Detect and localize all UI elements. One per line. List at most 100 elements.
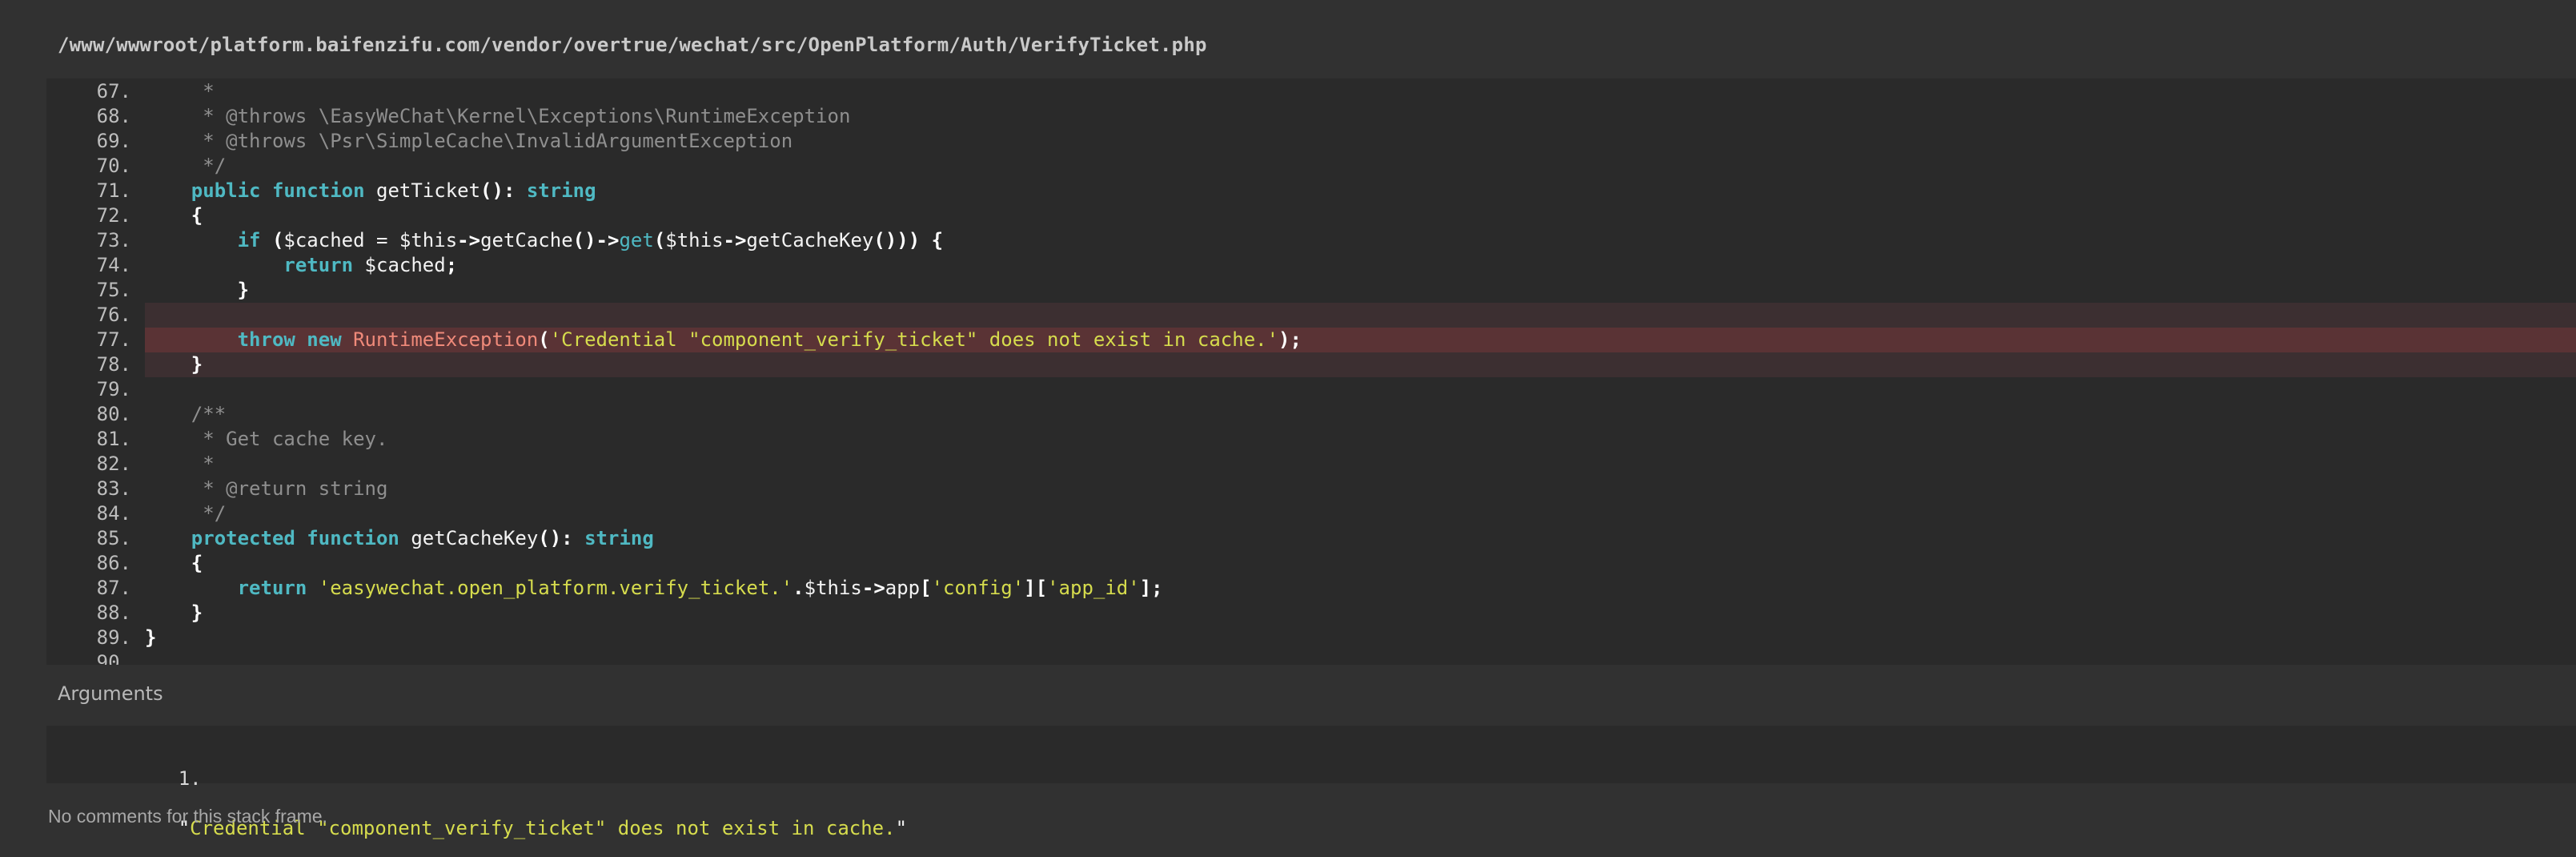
code-token: getCacheKey: [399, 527, 539, 549]
line-number: 74.: [96, 254, 131, 276]
line-code: *: [145, 452, 215, 477]
line-number: 89.: [96, 626, 131, 649]
code-line: 89.}: [46, 626, 2576, 650]
line-code: if ($cached = $this->getCache()->get($th…: [145, 228, 943, 253]
code-token: *: [145, 80, 215, 103]
code-token: return: [283, 254, 354, 276]
code-token: string: [526, 179, 596, 202]
line-number: 85.: [96, 527, 131, 549]
line-code: }: [145, 601, 203, 626]
line-number: 72.: [96, 204, 131, 227]
argument-item: 1. "Credential "component_verify_ticket"…: [109, 742, 907, 857]
line-code: * @return string: [145, 477, 387, 501]
line-number: 86.: [96, 552, 131, 574]
code-line: 78. }: [46, 352, 2576, 377]
argument-close-quote: ": [895, 817, 908, 839]
line-code: * Get cache key.: [145, 427, 387, 452]
code-token: * @throws \Psr\SimpleCache\InvalidArgume…: [145, 130, 793, 152]
line-code: return 'easywechat.open_platform.verify_…: [145, 576, 1163, 601]
code-token: $this: [665, 229, 724, 251]
line-code: {: [145, 203, 203, 228]
line-number: 78.: [96, 353, 131, 376]
code-token: 'config': [931, 577, 1025, 599]
code-line: 68. * @throws \EasyWeChat\Kernel\Excepti…: [46, 104, 2576, 129]
line-code: */: [145, 501, 226, 526]
line-code: public function getTicket(): string: [145, 179, 596, 203]
code-token: ():: [538, 527, 573, 549]
line-code: *: [145, 79, 215, 104]
line-number: 88.: [96, 602, 131, 624]
line-number: 84.: [96, 502, 131, 525]
line-number: 71.: [96, 179, 131, 202]
line-number: 87.: [96, 577, 131, 599]
code-token: );: [1278, 328, 1302, 351]
line-code: */: [145, 154, 226, 179]
code-snippet-panel: 67. * 68. * @throws \EasyWeChat\Kernel\Ex…: [46, 78, 2576, 665]
line-number: 76.: [96, 304, 131, 326]
code-token: {: [145, 204, 203, 227]
code-token: ;: [445, 254, 458, 276]
code-token: ];: [1139, 577, 1163, 599]
line-number: 79.: [96, 378, 131, 400]
code-token: protected function: [191, 527, 399, 549]
argument-index: 1.: [178, 767, 202, 790]
line-code: }: [145, 352, 203, 377]
line-number: 77.: [96, 328, 131, 351]
code-token: * @return string: [145, 477, 388, 500]
code-token: 'easywechat.open_platform.verify_ticket.…: [318, 577, 793, 599]
code-token: $cached = $this: [283, 229, 458, 251]
line-number: 69.: [96, 130, 131, 152]
code-token: *: [145, 453, 215, 475]
line-number: 90.: [96, 651, 131, 665]
highlight-context-band: [145, 352, 2576, 377]
frame-file-path[interactable]: /www/wwwroot/platform.baifenzifu.com/ven…: [58, 34, 1207, 56]
code-token: throw new: [237, 328, 342, 351]
code-line: 84. */: [46, 501, 2576, 526]
code-line: 69. * @throws \Psr\SimpleCache\InvalidAr…: [46, 129, 2576, 154]
code-token: }: [145, 279, 250, 301]
line-code: }: [145, 278, 249, 303]
code-token: {: [145, 552, 203, 574]
code-token: * Get cache key.: [145, 428, 388, 450]
code-token: get: [619, 229, 654, 251]
code-token: ][: [1024, 577, 1048, 599]
code-line: 85. protected function getCacheKey(): st…: [46, 526, 2576, 551]
code-line: 81. * Get cache key.: [46, 427, 2576, 452]
highlight-context-band: [145, 303, 2576, 328]
code-token: */: [145, 502, 227, 525]
code-token: 'app_id': [1047, 577, 1140, 599]
code-token: app: [885, 577, 921, 599]
code-line: 79.: [46, 377, 2576, 402]
code-token: ->: [861, 577, 885, 599]
line-number: 80.: [96, 403, 131, 425]
code-line: 88. }: [46, 601, 2576, 626]
code-token: ()->: [572, 229, 620, 251]
code-line: 70. */: [46, 154, 2576, 179]
line-code: throw new RuntimeException('Credential "…: [145, 328, 1302, 352]
line-number: 73.: [96, 229, 131, 251]
code-token: }: [145, 353, 203, 376]
code-line: 87. return 'easywechat.open_platform.ver…: [46, 576, 2576, 601]
code-token: (: [653, 229, 666, 251]
code-token: ())) {: [873, 229, 944, 251]
code-line: 67. *: [46, 79, 2576, 104]
code-token: if: [237, 229, 261, 251]
code-token: return: [237, 577, 307, 599]
line-code: /**: [145, 402, 226, 427]
code-token: $this: [804, 577, 862, 599]
code-line: 73. if ($cached = $this->getCache()->get…: [46, 228, 2576, 253]
code-token: ->: [457, 229, 481, 251]
code-line: 86. {: [46, 551, 2576, 576]
line-code: * @throws \EasyWeChat\Kernel\Exceptions\…: [145, 104, 850, 129]
code-line: 71. public function getTicket(): string: [46, 179, 2576, 203]
line-number: 82.: [96, 453, 131, 475]
line-code: {: [145, 551, 203, 576]
